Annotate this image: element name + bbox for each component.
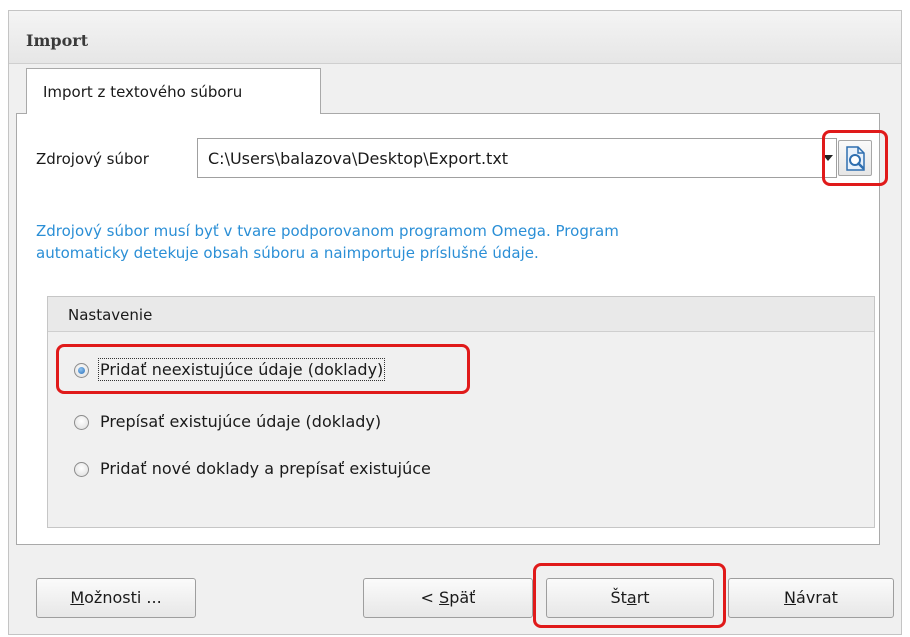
button-accel-key: M <box>70 588 85 607</box>
back-button[interactable]: < Späť <box>363 578 533 618</box>
info-text: Zdrojový súbor musí byť v tvare podporov… <box>36 220 796 264</box>
radio-label: Pridať nové doklady a prepísať existujúc… <box>100 459 431 478</box>
button-accel-key: S <box>439 588 450 607</box>
radio-button[interactable] <box>74 415 89 430</box>
return-button[interactable]: Návrat <box>728 578 894 618</box>
settings-group-header: Nastavenie <box>48 297 874 332</box>
info-line-1: Zdrojový súbor musí byť v tvare podporov… <box>36 222 619 240</box>
title-bar: Import <box>9 11 901 64</box>
button-text: rt <box>636 588 650 607</box>
browse-file-button[interactable] <box>838 140 872 176</box>
button-text: päť <box>449 588 476 607</box>
radio-button[interactable] <box>74 462 89 477</box>
button-text: < <box>420 588 440 607</box>
start-button[interactable]: Štart <box>546 578 714 618</box>
button-accel-key: a <box>626 588 637 607</box>
tab-label: Import z textového súboru <box>43 83 243 101</box>
button-text: ávrat <box>796 588 838 607</box>
settings-title: Nastavenie <box>68 306 153 324</box>
source-file-combobox[interactable]: C:\Users\balazova\Desktop\Export.txt <box>197 138 837 178</box>
button-text: ožnosti ... <box>84 588 162 607</box>
tab-import-text-file[interactable]: Import z textového súboru <box>26 68 321 114</box>
source-file-path: C:\Users\balazova\Desktop\Export.txt <box>208 149 509 168</box>
radio-button-checked[interactable] <box>74 363 89 378</box>
radio-label: Pridať neexistujúce údaje (doklady) <box>97 358 386 381</box>
info-line-2: automaticky detekuje obsah súboru a naim… <box>36 244 539 262</box>
window-title: Import <box>26 31 89 50</box>
button-text: Št <box>610 588 627 607</box>
file-preview-icon <box>846 146 865 171</box>
options-button[interactable]: Možnosti ... <box>36 578 196 618</box>
source-file-label: Zdrojový súbor <box>36 150 149 168</box>
button-accel-key: N <box>784 588 797 607</box>
radio-label: Prepísať existujúce údaje (doklady) <box>100 412 382 431</box>
dropdown-arrow-icon[interactable] <box>823 155 833 161</box>
